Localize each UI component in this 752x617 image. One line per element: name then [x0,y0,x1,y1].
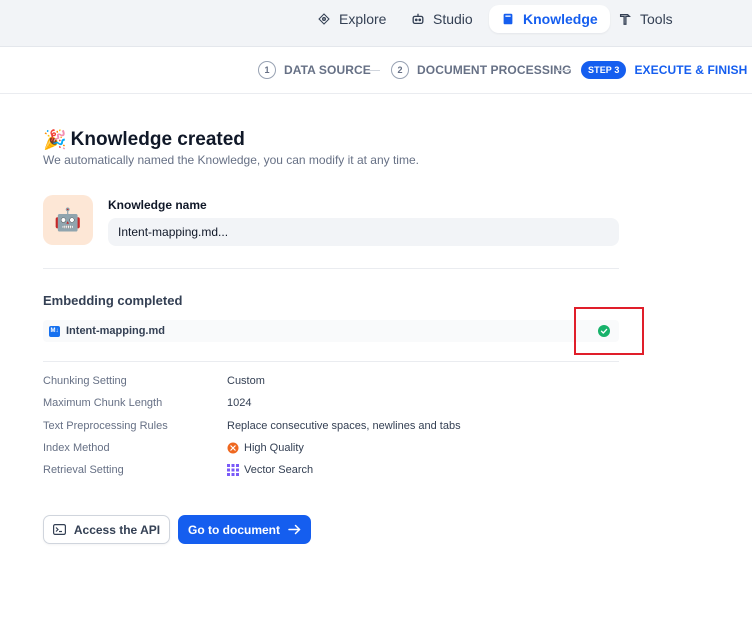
setting-value-text: High Quality [244,442,304,454]
file-name: Intent-mapping.md [66,325,165,337]
access-api-label: Access the API [73,522,161,537]
robot-icon [412,13,424,25]
setting-value-text: Vector Search [244,464,314,476]
step-data-source: 1 DATA SOURCE [258,61,371,79]
go-to-document-label: Go to document [188,522,280,537]
file-row: M↓ Intent-mapping.md [43,320,619,342]
step-separator [556,70,570,71]
high-quality-icon [227,442,239,454]
page-title: 🎉 Knowledge created [43,128,245,152]
page-title-text: Knowledge created [70,129,245,150]
setting-value: High Quality [227,442,304,454]
go-to-document-button[interactable]: Go to document [178,515,311,544]
knowledge-avatar[interactable]: 🤖 [43,195,93,245]
divider [43,268,619,269]
knowledge-name-label: Knowledge name [108,198,207,212]
setting-label: Maximum Chunk Length [43,397,163,409]
step-document-processing: 2 DOCUMENT PROCESSING [391,61,572,79]
step-execute-finish: STEP 3 EXECUTE & FINISH [581,61,747,79]
nav-tools-label: Tools [640,11,673,27]
divider [43,361,619,362]
markdown-file-icon: M↓ [49,325,60,337]
hammer-icon [619,13,631,25]
steps-bar: 1 DATA SOURCE 2 DOCUMENT PROCESSING STEP… [0,47,752,94]
nav-explore[interactable]: Explore [305,5,398,33]
nav-explore-label: Explore [339,11,387,27]
setting-value-text: Custom [227,375,265,387]
embedding-title: Embedding completed [43,293,183,308]
setting-value: Vector Search [227,464,313,476]
setting-label: Retrieval Setting [43,464,124,476]
vector-search-icon [227,464,239,476]
step-label: DATA SOURCE [284,63,371,77]
setting-value: 1024 [227,397,251,409]
nav-knowledge[interactable]: Knowledge [489,5,610,33]
terminal-icon [52,524,66,535]
knowledge-name-value: Intent-mapping.md... [118,225,229,239]
setting-value-text: Replace consecutive spaces, newlines and… [227,420,461,432]
nav-studio-label: Studio [433,11,473,27]
nav-studio[interactable]: Studio [399,5,485,33]
setting-value: Custom [227,375,265,387]
knowledge-name-input[interactable]: Intent-mapping.md... [108,218,619,246]
page-subtitle: We automatically named the Knowledge, yo… [43,153,419,167]
book-icon [503,13,513,25]
setting-label: Text Preprocessing Rules [43,420,168,432]
nav-knowledge-label: Knowledge [523,11,598,27]
step-badge: STEP 3 [581,61,627,79]
setting-value: Replace consecutive spaces, newlines and… [227,420,461,432]
setting-value-text: 1024 [227,397,252,409]
arrow-right-icon [288,524,301,535]
setting-label: Index Method [43,442,110,454]
setting-label: Chunking Setting [43,375,127,387]
check-circle-icon [598,325,610,337]
access-api-button[interactable]: Access the API [43,515,170,544]
robot-avatar-icon: 🤖 [54,207,82,232]
nav-tools[interactable]: Tools [606,5,685,33]
top-nav: Explore Studio Knowledge Tools [0,0,752,47]
step-label: EXECUTE & FINISH [634,63,748,77]
step-number: 1 [258,61,276,79]
step-label: DOCUMENT PROCESSING [417,63,572,77]
step-number: 2 [391,61,409,79]
step-separator [366,70,380,71]
party-emoji-icon: 🎉 [43,130,67,151]
compass-icon [318,13,330,25]
